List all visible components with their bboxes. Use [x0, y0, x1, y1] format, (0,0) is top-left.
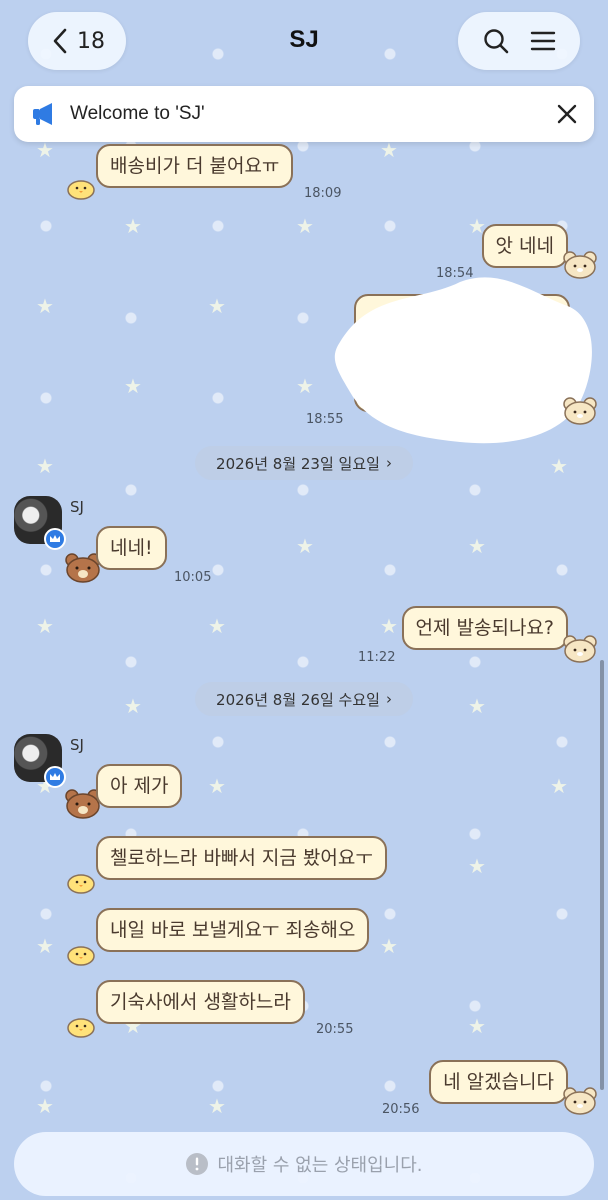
star-decoration: ★	[36, 294, 54, 318]
verified-crown-icon	[44, 528, 66, 550]
star-decoration: ★	[124, 374, 142, 398]
star-decoration: ★	[550, 774, 568, 798]
chick-sticker-icon	[67, 180, 95, 200]
message-time: 18:55	[306, 412, 344, 427]
chevron-right-icon: ›	[385, 690, 392, 708]
date-label: 2026년 8월 23일 일요일	[216, 454, 380, 473]
bear-sticker-icon	[563, 1087, 597, 1115]
star-decoration: ★	[468, 854, 486, 878]
star-decoration: ★	[36, 934, 54, 958]
message-time: 20:55	[316, 1022, 354, 1037]
star-decoration: ★	[296, 374, 314, 398]
message-bubble-received[interactable]: 기숙사에서 생활하느라	[96, 980, 305, 1024]
disabled-composer: 대화할 수 없는 상태입니다.	[14, 1132, 594, 1196]
star-decoration: ★	[296, 534, 314, 558]
message-time: 18:09	[304, 186, 342, 201]
star-decoration: ★	[36, 138, 54, 162]
star-decoration: ★	[124, 694, 142, 718]
chevron-right-icon: ›	[385, 454, 392, 472]
scrollbar[interactable]	[600, 660, 604, 1090]
avatar[interactable]	[14, 496, 66, 550]
star-decoration: ★	[208, 1094, 226, 1118]
sender-name: SJ	[70, 498, 84, 516]
disabled-composer-text: 대화할 수 없는 상태입니다.	[217, 1155, 423, 1176]
top-bar: 18 SJ	[0, 0, 608, 84]
avatar[interactable]	[14, 734, 66, 788]
chick-sticker-icon	[67, 874, 95, 894]
message-bubble-sent[interactable]: 네 알겠습니다	[429, 1060, 568, 1104]
bear-sticker-icon	[563, 397, 597, 425]
menu-icon[interactable]	[529, 27, 557, 55]
notice-banner[interactable]: Welcome to 'SJ'	[14, 86, 594, 142]
header-actions	[458, 12, 580, 70]
redaction-scribble	[334, 277, 592, 444]
sender-name: SJ	[70, 736, 84, 754]
chick-sticker-icon	[67, 1018, 95, 1038]
message-bubble-received[interactable]: 네네!	[96, 526, 167, 570]
star-decoration: ★	[36, 454, 54, 478]
message-bubble-received[interactable]: 아 제가	[96, 764, 183, 808]
megaphone-icon	[33, 103, 52, 125]
message-time: 11:22	[358, 650, 396, 665]
alert-circle-icon	[186, 1153, 209, 1175]
star-decoration: ★	[468, 534, 486, 558]
star-decoration: ★	[380, 614, 398, 638]
date-divider[interactable]: 2026년 8월 23일 일요일 ›	[195, 446, 413, 480]
star-decoration: ★	[36, 1094, 54, 1118]
star-decoration: ★	[550, 454, 568, 478]
message-bubble-received[interactable]: 배송비가 더 붙어요ㅠ	[96, 144, 294, 188]
close-icon[interactable]	[556, 103, 578, 125]
star-decoration: ★	[468, 694, 486, 718]
star-decoration: ★	[124, 214, 142, 238]
date-label: 2026년 8월 26일 수요일	[216, 690, 380, 709]
star-decoration: ★	[296, 214, 314, 238]
search-icon[interactable]	[482, 27, 510, 55]
message-bubble-sent[interactable]: 앗 네네	[481, 224, 568, 268]
chick-sticker-icon	[67, 946, 95, 966]
star-decoration: ★	[208, 774, 226, 798]
verified-crown-icon	[44, 766, 66, 788]
message-bubble-received[interactable]: 첼로하느라 바빠서 지금 봤어요ㅜ	[96, 836, 387, 880]
message-time: 20:56	[382, 1102, 420, 1117]
star-decoration: ★	[380, 934, 398, 958]
date-divider[interactable]: 2026년 8월 26일 수요일 ›	[195, 682, 413, 716]
star-decoration: ★	[380, 138, 398, 162]
notice-text: Welcome to 'SJ'	[70, 103, 205, 124]
star-decoration: ★	[208, 614, 226, 638]
star-decoration: ★	[36, 614, 54, 638]
message-bubble-received[interactable]: 내일 바로 보낼게요ㅜ 죄송해오	[96, 908, 370, 952]
bear-sticker-icon	[563, 635, 597, 663]
star-decoration: ★	[468, 1014, 486, 1038]
message-time: 10:05	[174, 570, 212, 585]
message-bubble-sent[interactable]: 언제 발송되나요?	[401, 606, 568, 650]
star-decoration: ★	[208, 294, 226, 318]
